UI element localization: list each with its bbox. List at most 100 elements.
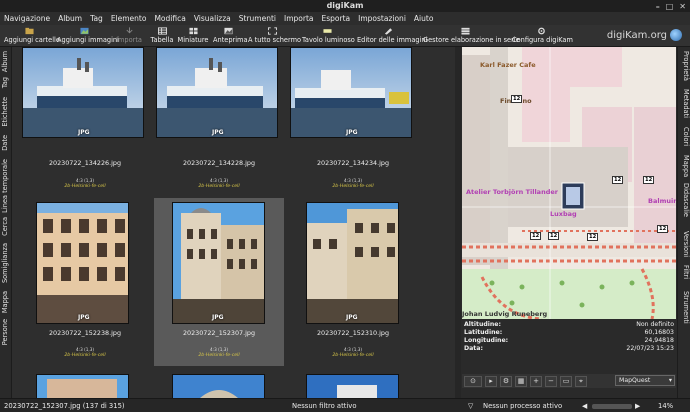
tab-versioni[interactable]: Versioni [680,231,690,257]
thumbnail-item[interactable]: JPG 20230722_134228.jpg [154,47,284,170]
zoom-in-icon[interactable]: + [530,375,542,387]
map-settings-icon[interactable]: ⚙ [500,375,512,387]
altitude-row: Altitudine: Non definito [464,321,674,328]
thumbnails-view-button[interactable]: Miniature [177,25,209,47]
table-icon [157,27,167,35]
add-images-button[interactable]: Aggiungi immagini [57,25,119,47]
tab-filtri[interactable]: Filtri [680,265,690,279]
menu-modifica[interactable]: Modifica [154,14,185,23]
map-house-number: 12 [511,95,523,103]
thumbnail-meta: 4:3 (1,3) [76,347,94,352]
zoom-out-icon[interactable]: − [545,375,557,387]
thumbnail-meta: 4:3 (1,3) [76,178,94,183]
menu-impostazioni[interactable]: Impostazioni [358,14,406,23]
map-view[interactable]: Karl Fazer Cafe Finnkino Atelier Torbjör… [462,47,676,319]
window-titlebar: digiKam – □ ✕ [0,0,690,12]
thumbnail-image[interactable] [172,374,265,398]
tab-proprieta[interactable]: Proprietà [680,51,690,81]
thumbnail-grid[interactable]: JPG 20230722_134226.jpg JPG 20230722_134… [12,47,455,398]
import-icon [125,27,133,34]
fullscreen-button[interactable]: A tutto schermo [248,25,301,47]
image-editor-button[interactable]: Editor delle immagini [357,25,427,47]
format-badge: JPG [212,129,224,136]
table-view-button[interactable]: Tabella [150,25,174,47]
thumbnail-tag: 2b-Helsinki-fe-cell [198,353,240,358]
tab-mappa[interactable]: Mappa [1,291,11,313]
latitude-row: Latitudine: 60,16803 [464,329,674,336]
tab-metadati[interactable]: Metadati [680,89,690,118]
thumbnail-image[interactable] [172,202,265,324]
fullscreen-icon [267,27,277,35]
map-house-number: 12 [643,176,655,184]
menu-importa[interactable]: Importa [284,14,314,23]
tab-somiglianza[interactable]: Somiglianza [1,243,11,283]
thumbnail-image[interactable] [156,47,278,138]
main-toolbar: Aggiungi cartelle Aggiungi immagini Impo… [0,25,690,47]
preview-icon [223,27,233,35]
preview-button[interactable]: Anteprima [213,25,248,47]
select-area-icon[interactable]: ▭ [560,375,572,387]
thumbnail-item[interactable]: JPG 20230722_152310.jpg 4:3 (1,3) 2b-Hel… [288,198,418,366]
map-grid-icon[interactable]: ▦ [515,375,527,387]
thumbnail-filename: 20230722_134228.jpg [182,159,256,167]
zoom-level: 14% [658,402,674,410]
tab-persone[interactable]: Persone [1,319,11,345]
configure-digikam-button[interactable]: Configura digiKam [512,25,573,47]
add-folders-button[interactable]: Aggiungi cartelle [4,25,60,47]
tab-album[interactable]: Album [1,51,11,72]
map-house-number: 12 [612,176,624,184]
thumbnail-image[interactable] [290,47,412,138]
filter-icon[interactable]: ▽ [468,402,473,410]
tab-colori[interactable]: Colori [680,127,690,146]
thumbnail-image[interactable] [36,202,129,324]
map-provider-select[interactable]: MapQuest ▾ [615,375,675,386]
menu-navigazione[interactable]: Navigazione [4,14,50,23]
map-pan-icon[interactable]: ▸ [485,375,497,387]
tab-strumenti[interactable]: Strumenti [680,291,690,324]
format-badge: JPG [346,314,358,321]
tab-tag[interactable]: Tag [1,77,11,88]
brand-text: digiKam.org [606,29,667,41]
thumbnail-filename: 20230722_134234.jpg [316,159,390,167]
menu-elemento[interactable]: Elemento [111,14,147,23]
thumbnail-item[interactable]: JPG 20230722_152238.jpg 4:3 (1,3) 2b-Hel… [20,198,150,366]
slider-left-icon[interactable]: ◀ [582,402,587,410]
menu-esporta[interactable]: Esporta [322,14,351,23]
batch-queue-manager-button[interactable]: Gestore elaborazione in serie [423,25,520,47]
map-mode-icon[interactable]: ⊙ [464,375,482,387]
tab-cerca[interactable]: Cerca [1,217,11,236]
tab-mappa-right[interactable]: Mappa [680,155,690,177]
map-label-runeberg: Johan Ludvig Runeberg [462,310,548,318]
thumbnail-tag: 2b-Helsinki-fe-cell [332,184,374,189]
batch-queue-icon [460,27,470,35]
menu-strumenti[interactable]: Strumenti [239,14,276,23]
format-badge: JPG [346,129,358,136]
map-panel: Karl Fazer Cafe Finnkino Atelier Torbjör… [461,47,677,398]
zoom-slider[interactable] [592,404,632,409]
tab-linea-temporale[interactable]: Linea temporale [1,159,11,213]
tab-date[interactable]: Date [1,135,11,151]
light-table-button[interactable]: Tavolo luminoso [302,25,355,47]
map-house-number: 12 [587,233,599,241]
thumbnails-icon [188,27,198,35]
digikam-brand: digiKam.org [607,29,682,41]
menubar: Navigazione Album Tag Elemento Modifica … [0,12,690,25]
thumbnail-item[interactable]: JPG 20230722_134226.jpg [20,47,150,170]
thumbnail-meta: 4:3 (1,3) [210,178,228,183]
thumbnail-image[interactable] [36,374,129,398]
menu-album[interactable]: Album [58,14,82,23]
menu-visualizza[interactable]: Visualizza [194,14,231,23]
fit-icon[interactable]: ⌖ [575,375,587,387]
thumbnail-item[interactable]: JPG 20230722_134234.jpg [288,47,418,170]
tab-etichette[interactable]: Etichette [1,97,11,127]
tab-didascalie[interactable]: Didascalie [680,183,690,217]
digikam-logo-icon [670,29,682,41]
import-button[interactable]: Importa [114,25,144,47]
thumbnail-item-selected[interactable]: JPG 20230722_152307.jpg 4:3 (1,3) 2b-Hel… [154,198,284,366]
thumbnail-image[interactable] [22,47,144,138]
thumbnail-image[interactable] [306,374,399,398]
menu-aiuto[interactable]: Aiuto [414,14,434,23]
slider-right-icon[interactable]: ▶ [635,402,640,410]
thumbnail-image[interactable] [306,202,399,324]
menu-tag[interactable]: Tag [90,14,103,23]
